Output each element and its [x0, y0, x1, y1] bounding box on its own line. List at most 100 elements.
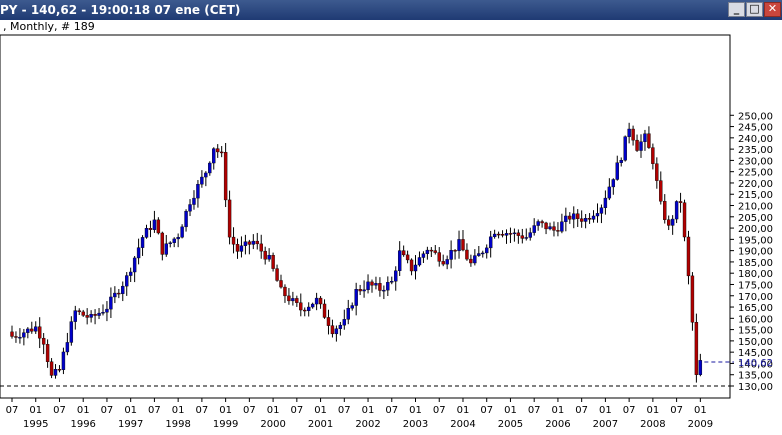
candle-body [223, 152, 228, 201]
candle-body [26, 328, 30, 333]
candle-body [508, 233, 513, 235]
time-tick-label: 07 [433, 405, 446, 416]
candle-body [599, 207, 604, 214]
price-axis: 130,00135,00140,00145,00150,00155,00160,… [730, 111, 773, 393]
price-tick-label: 195,00 [738, 235, 773, 246]
price-tick-label: 185,00 [738, 258, 773, 269]
candle-body [362, 289, 366, 292]
candle-body [97, 312, 101, 316]
last-price-label: 140,62 [738, 358, 773, 369]
candle-body [572, 213, 576, 220]
time-tick-label: 07 [575, 405, 588, 416]
candle-body [109, 296, 113, 310]
candle-body [540, 221, 544, 224]
candle-body [287, 295, 291, 302]
candle-body [310, 303, 315, 308]
candle-body [93, 314, 97, 316]
time-tick-label: 07 [480, 405, 493, 416]
candle-body [196, 183, 200, 199]
candle-body [132, 257, 137, 273]
candle-body [643, 133, 647, 142]
time-tick-label: 07 [196, 405, 209, 416]
candle-body [73, 310, 77, 322]
candle-body [394, 270, 398, 282]
year-label: 2001 [308, 419, 333, 430]
price-tick-label: 250,00 [738, 111, 773, 122]
candle-body [382, 289, 386, 292]
candle-body [113, 292, 117, 298]
candle-body [322, 303, 327, 318]
year-label: 2004 [450, 419, 475, 430]
price-tick-label: 240,00 [738, 134, 773, 145]
candle-body [516, 232, 521, 236]
candle-body [200, 176, 204, 185]
candle-body [500, 234, 505, 236]
candle-body [694, 322, 699, 375]
candle-body [18, 336, 22, 339]
candle-body [283, 286, 287, 297]
time-tick-label: 07 [670, 405, 683, 416]
time-tick-label: 07 [623, 405, 636, 416]
candle-body [61, 351, 66, 370]
candle-body [295, 298, 299, 303]
candle-body [208, 162, 212, 174]
year-label: 2009 [688, 419, 713, 430]
year-label: 2002 [355, 419, 380, 430]
candle-body [663, 201, 667, 220]
candle-body [520, 235, 525, 239]
price-tick-label: 225,00 [738, 168, 773, 179]
candle-body [587, 218, 592, 220]
candle-body [682, 202, 687, 238]
candle-body [239, 245, 244, 252]
year-label: 1995 [23, 419, 48, 430]
candle-body [536, 221, 540, 226]
candle-body [477, 253, 481, 256]
candle-body [453, 250, 457, 252]
candle-body [255, 240, 259, 245]
price-chart[interactable]: 130,00135,00140,00145,00150,00155,00160,… [0, 0, 782, 435]
candle-body [603, 197, 608, 208]
candle-body [188, 204, 192, 212]
candle-body [366, 281, 370, 291]
candle-body [192, 197, 196, 205]
year-label: 2007 [593, 419, 618, 430]
candle-body [560, 221, 564, 232]
candle-body [30, 328, 34, 332]
time-tick-label: 01 [362, 405, 375, 416]
time-tick-label: 01 [77, 405, 90, 416]
candle-body [655, 163, 659, 181]
candle-body [564, 215, 568, 222]
candle-body [556, 230, 560, 232]
candle-body [437, 252, 441, 262]
candle-body [627, 128, 631, 137]
candle-body [37, 326, 42, 339]
candle-body [291, 298, 295, 302]
candle-body [488, 236, 493, 249]
candle-body [686, 236, 691, 277]
candle-body [247, 241, 252, 245]
candle-body [69, 321, 74, 343]
price-tick-label: 165,00 [738, 303, 773, 314]
candle-body [334, 328, 339, 335]
candle-body [14, 336, 18, 338]
candle-body [666, 219, 671, 226]
time-tick-label: 01 [599, 405, 612, 416]
time-axis: 07 01 07 01 07 01 07 01 07 01 07 01 07 01 07 01 07 01 07 01… [6, 398, 713, 430]
candle-body [619, 160, 623, 163]
year-label: 2000 [260, 419, 285, 430]
plot-frame [0, 34, 731, 399]
candle-body [421, 253, 426, 258]
candle-body [670, 218, 675, 226]
candle-body [45, 344, 50, 362]
candle-body [397, 250, 402, 271]
time-tick-label: 01 [124, 405, 137, 416]
candle-body [441, 261, 445, 265]
candle-body [659, 180, 663, 202]
price-tick-label: 175,00 [738, 280, 773, 291]
price-tick-label: 220,00 [738, 179, 773, 190]
time-tick-label: 07 [385, 405, 398, 416]
candle-body [314, 297, 319, 305]
candle-body [647, 133, 651, 148]
time-tick-label: 01 [552, 405, 565, 416]
candle-body [374, 283, 378, 286]
